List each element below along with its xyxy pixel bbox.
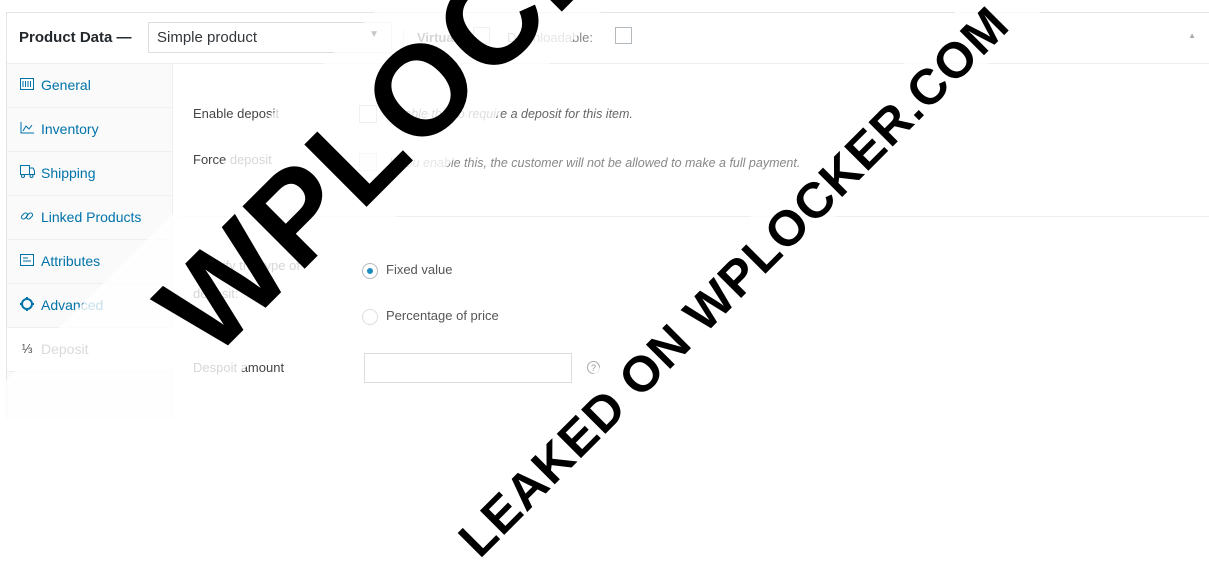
link-icon xyxy=(18,209,36,226)
panel-title: Product Data — xyxy=(19,29,132,46)
panel-header: Product Data — Simple product ▼ Virtual:… xyxy=(7,13,1209,64)
gear-icon xyxy=(18,297,36,314)
product-data-panel: Product Data — Simple product ▼ Virtual:… xyxy=(6,12,1209,419)
virtual-label: Virtual: xyxy=(417,30,462,45)
enable-deposit-checkbox[interactable] xyxy=(359,105,377,123)
tab-linked-products-label: Linked Products xyxy=(41,209,142,225)
fraction-icon: ⅓ xyxy=(21,341,33,356)
fixed-value-radio[interactable] xyxy=(362,263,378,279)
downloadable-label: Downloadable: xyxy=(507,30,594,45)
fixed-value-label: Fixed value xyxy=(386,262,453,277)
tab-advanced[interactable]: Advanced xyxy=(7,284,171,328)
deposit-settings: Enable deposit Enable this to require a … xyxy=(173,64,1209,419)
downloadable-checkbox[interactable] xyxy=(615,27,632,44)
general-icon xyxy=(18,77,36,93)
tab-shipping-label: Shipping xyxy=(41,165,96,181)
section-divider xyxy=(179,216,1209,217)
deposit-amount-label: Despoit amount xyxy=(193,360,285,375)
question-icon[interactable]: ? xyxy=(587,361,600,374)
deposit-amount-input[interactable] xyxy=(364,353,572,383)
tab-inventory[interactable]: Inventory xyxy=(7,108,171,152)
header-divider xyxy=(403,29,404,47)
inventory-icon xyxy=(18,121,36,137)
product-type-select[interactable]: Simple product ▼ xyxy=(148,22,392,53)
deposit-type-label: Specify the type of deposit: xyxy=(193,258,300,301)
tab-general-label: General xyxy=(41,77,91,93)
tab-linked-products[interactable]: Linked Products xyxy=(7,196,171,240)
enable-deposit-label: Enable deposit xyxy=(193,106,280,121)
triangle-up-icon[interactable]: ▲ xyxy=(1188,31,1196,40)
tab-general[interactable]: General xyxy=(7,64,171,108)
force-deposit-checkbox[interactable] xyxy=(359,153,377,171)
attributes-icon xyxy=(18,253,36,269)
product-data-tabs: General Inventory Shipping Linked Produc… xyxy=(7,64,173,419)
force-deposit-description: If you enable this, the customer will no… xyxy=(389,156,801,170)
tab-deposit-label: Deposit xyxy=(41,341,89,357)
percentage-label: Percentage of price xyxy=(386,308,499,323)
enable-deposit-description: Enable this to require a deposit for thi… xyxy=(389,107,633,121)
tab-shipping[interactable]: Shipping xyxy=(7,152,171,196)
tab-inventory-label: Inventory xyxy=(41,121,99,137)
force-deposit-label: Force deposit xyxy=(193,152,272,167)
product-type-value: Simple product xyxy=(157,29,258,46)
percentage-radio[interactable] xyxy=(362,309,378,325)
tab-attributes-label: Attributes xyxy=(41,253,101,269)
shipping-icon xyxy=(18,165,36,181)
tab-advanced-label: Advanced xyxy=(41,297,104,313)
tab-attributes[interactable]: Attributes xyxy=(7,240,171,284)
virtual-checkbox[interactable] xyxy=(473,27,490,44)
tab-deposit[interactable]: ⅓ Deposit xyxy=(7,328,173,372)
dropdown-arrow-icon: ▼ xyxy=(369,29,379,40)
radio-selected-dot xyxy=(367,268,373,274)
